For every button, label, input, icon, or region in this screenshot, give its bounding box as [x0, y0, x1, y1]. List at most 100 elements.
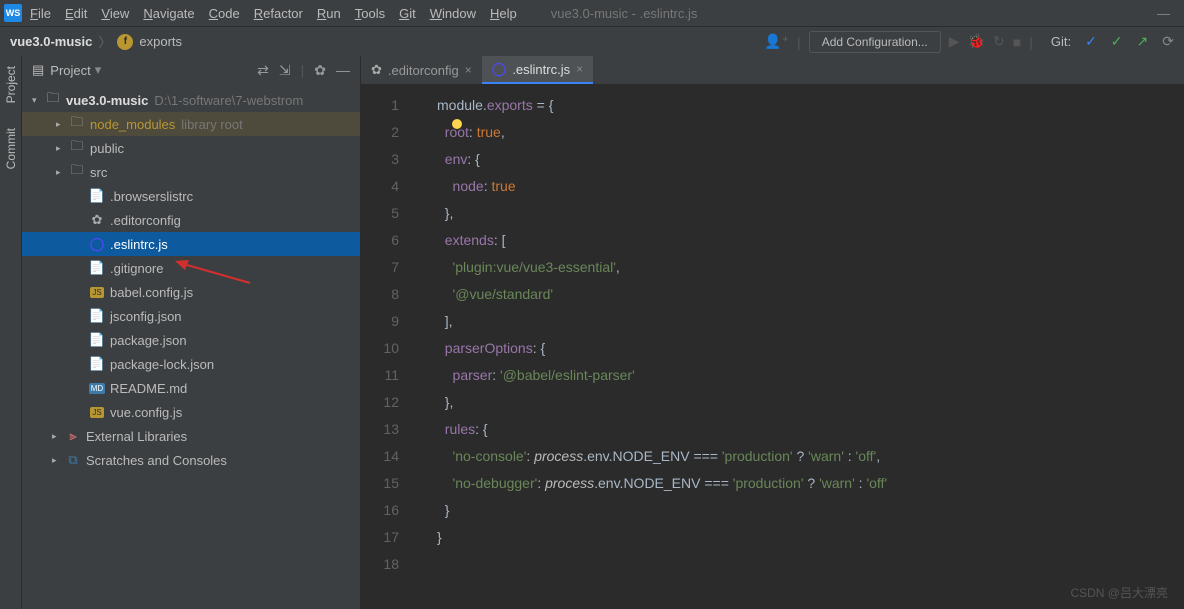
- file-icon: 🗀: [68, 113, 86, 135]
- eslint-icon: ◯: [492, 61, 507, 77]
- tree-item-package-lock-json[interactable]: 📄package-lock.json: [22, 352, 360, 376]
- coverage-icon[interactable]: ↻: [993, 33, 1005, 50]
- source[interactable]: module.exports = { root: true, env: { no…: [429, 84, 887, 609]
- code-line[interactable]: node: true: [437, 173, 887, 200]
- folder-icon: 🗀: [44, 89, 62, 111]
- code-line[interactable]: env: {: [437, 146, 887, 173]
- project-panel: ▤ Project ▾ ⇄ ⇲ | ✿ — ▾🗀vue3.0-musicD:\1…: [22, 56, 361, 609]
- code-line[interactable]: module.exports = {: [437, 92, 887, 119]
- code-line[interactable]: 'no-debugger': process.env.NODE_ENV === …: [437, 470, 887, 497]
- select-opened-icon[interactable]: ⇄: [257, 62, 269, 79]
- settings-icon[interactable]: ✿: [314, 62, 326, 79]
- tree-item-vue-config-js[interactable]: JSvue.config.js: [22, 400, 360, 424]
- code-line[interactable]: ],: [437, 308, 887, 335]
- file-icon: 📄: [88, 188, 106, 204]
- code-line[interactable]: 'no-console': process.env.NODE_ENV === '…: [437, 443, 887, 470]
- git-update-icon[interactable]: ✓: [1085, 33, 1097, 50]
- menu-refactor[interactable]: Refactor: [254, 6, 303, 21]
- lightbulb-icon[interactable]: [452, 119, 462, 129]
- tree-item-jsconfig-json[interactable]: 📄jsconfig.json: [22, 304, 360, 328]
- code-line[interactable]: },: [437, 389, 887, 416]
- breadcrumb-symbol[interactable]: exports: [139, 34, 182, 49]
- menu-window[interactable]: Window: [430, 6, 476, 21]
- git-history-icon[interactable]: ⟳: [1162, 33, 1174, 50]
- file-icon: 🗀: [68, 137, 86, 159]
- code-line[interactable]: rules: {: [437, 416, 887, 443]
- menu-run[interactable]: Run: [317, 6, 341, 21]
- file-icon: 🗀: [68, 161, 86, 183]
- tree-item-node_modules[interactable]: ▸🗀node_modules library root: [22, 112, 360, 136]
- tab--eslintrc-js[interactable]: ◯.eslintrc.js×: [482, 56, 593, 84]
- expand-icon[interactable]: ⇲: [279, 62, 291, 79]
- project-icon: ▤: [32, 62, 44, 78]
- tree-item-README-md[interactable]: MDREADME.md: [22, 376, 360, 400]
- menubar: WS File Edit View Navigate Code Refactor Run To…: [0, 0, 1184, 26]
- tree-item-package-json[interactable]: 📄package.json: [22, 328, 360, 352]
- line-gutter: 123456789101112131415161718: [361, 84, 409, 609]
- window-title: vue3.0-music - .eslintrc.js: [551, 6, 698, 21]
- close-tab-icon[interactable]: ×: [465, 63, 472, 77]
- window-controls: —: [1157, 6, 1180, 21]
- stop-icon[interactable]: ■: [1013, 34, 1021, 50]
- editor: ✿.editorconfig×◯.eslintrc.js× 1234567891…: [361, 56, 1184, 609]
- tool-sidebar: Project Commit: [0, 56, 22, 609]
- fold-gutter: [409, 84, 429, 609]
- project-tree: ▾🗀vue3.0-musicD:\1-software\7-webstrom▸🗀…: [22, 84, 360, 476]
- file-icon: 📄: [88, 260, 106, 276]
- tree-extra[interactable]: ▸⫸External Libraries: [22, 424, 360, 448]
- editor-tabs: ✿.editorconfig×◯.eslintrc.js×: [361, 56, 1184, 84]
- tree-root[interactable]: ▾🗀vue3.0-musicD:\1-software\7-webstrom: [22, 88, 360, 112]
- user-add-icon[interactable]: 👤⁺: [764, 33, 789, 50]
- menu-tools[interactable]: Tools: [355, 6, 385, 21]
- sidebar-tab-project[interactable]: Project: [4, 66, 18, 103]
- debug-icon[interactable]: 🐞: [968, 33, 985, 50]
- file-icon: ◯: [88, 236, 106, 252]
- menu-navigate[interactable]: Navigate: [143, 6, 194, 21]
- menu-help[interactable]: Help: [490, 6, 517, 21]
- tree-item--browserslistrc[interactable]: 📄.browserslistrc: [22, 184, 360, 208]
- navbar: vue3.0-music 〉 f exports 👤⁺ | Add Config…: [0, 26, 1184, 56]
- file-icon: 📄: [88, 332, 106, 348]
- webstorm-logo-icon: WS: [4, 4, 22, 22]
- git-label: Git:: [1051, 34, 1071, 49]
- code-line[interactable]: }: [437, 524, 887, 551]
- tree-extra[interactable]: ▸⧉Scratches and Consoles: [22, 448, 360, 472]
- code-line[interactable]: '@vue/standard': [437, 281, 887, 308]
- breadcrumb-project[interactable]: vue3.0-music: [10, 34, 92, 49]
- hide-icon[interactable]: —: [336, 62, 350, 78]
- tree-item--eslintrc-js[interactable]: ◯.eslintrc.js: [22, 232, 360, 256]
- menu-code[interactable]: Code: [209, 6, 240, 21]
- breadcrumb: vue3.0-music 〉 f exports: [10, 32, 182, 51]
- tree-item--editorconfig[interactable]: ✿.editorconfig: [22, 208, 360, 232]
- code-line[interactable]: extends: [: [437, 227, 887, 254]
- minimize-icon[interactable]: —: [1157, 6, 1170, 21]
- code-line[interactable]: parser: '@babel/eslint-parser': [437, 362, 887, 389]
- add-configuration-button[interactable]: Add Configuration...: [809, 31, 941, 53]
- code-area[interactable]: 123456789101112131415161718 module.expor…: [361, 84, 1184, 609]
- function-icon: f: [117, 34, 133, 50]
- menu-view[interactable]: View: [101, 6, 129, 21]
- sidebar-tab-commit[interactable]: Commit: [4, 128, 18, 169]
- dropdown-icon[interactable]: ▾: [95, 62, 102, 78]
- code-line[interactable]: 'plugin:vue/vue3-essential',: [437, 254, 887, 281]
- code-line[interactable]: [437, 551, 887, 578]
- menu-file[interactable]: File: [30, 6, 51, 21]
- git-push-icon[interactable]: ↗: [1137, 33, 1149, 50]
- file-icon: JS: [88, 287, 106, 298]
- menu-git[interactable]: Git: [399, 6, 416, 21]
- code-line[interactable]: },: [437, 200, 887, 227]
- git-commit-icon[interactable]: ✓: [1111, 33, 1123, 50]
- code-line[interactable]: parserOptions: {: [437, 335, 887, 362]
- code-line[interactable]: }: [437, 497, 887, 524]
- code-line[interactable]: root: true,: [437, 119, 887, 146]
- tree-item-src[interactable]: ▸🗀src: [22, 160, 360, 184]
- gear-icon: ✿: [371, 62, 382, 78]
- tree-item--gitignore[interactable]: 📄.gitignore: [22, 256, 360, 280]
- run-icon[interactable]: ▶: [949, 33, 960, 50]
- tree-item-babel-config-js[interactable]: JSbabel.config.js: [22, 280, 360, 304]
- project-header-label[interactable]: Project: [50, 63, 90, 78]
- close-tab-icon[interactable]: ×: [576, 62, 583, 76]
- tab--editorconfig[interactable]: ✿.editorconfig×: [361, 56, 482, 84]
- tree-item-public[interactable]: ▸🗀public: [22, 136, 360, 160]
- menu-edit[interactable]: Edit: [65, 6, 87, 21]
